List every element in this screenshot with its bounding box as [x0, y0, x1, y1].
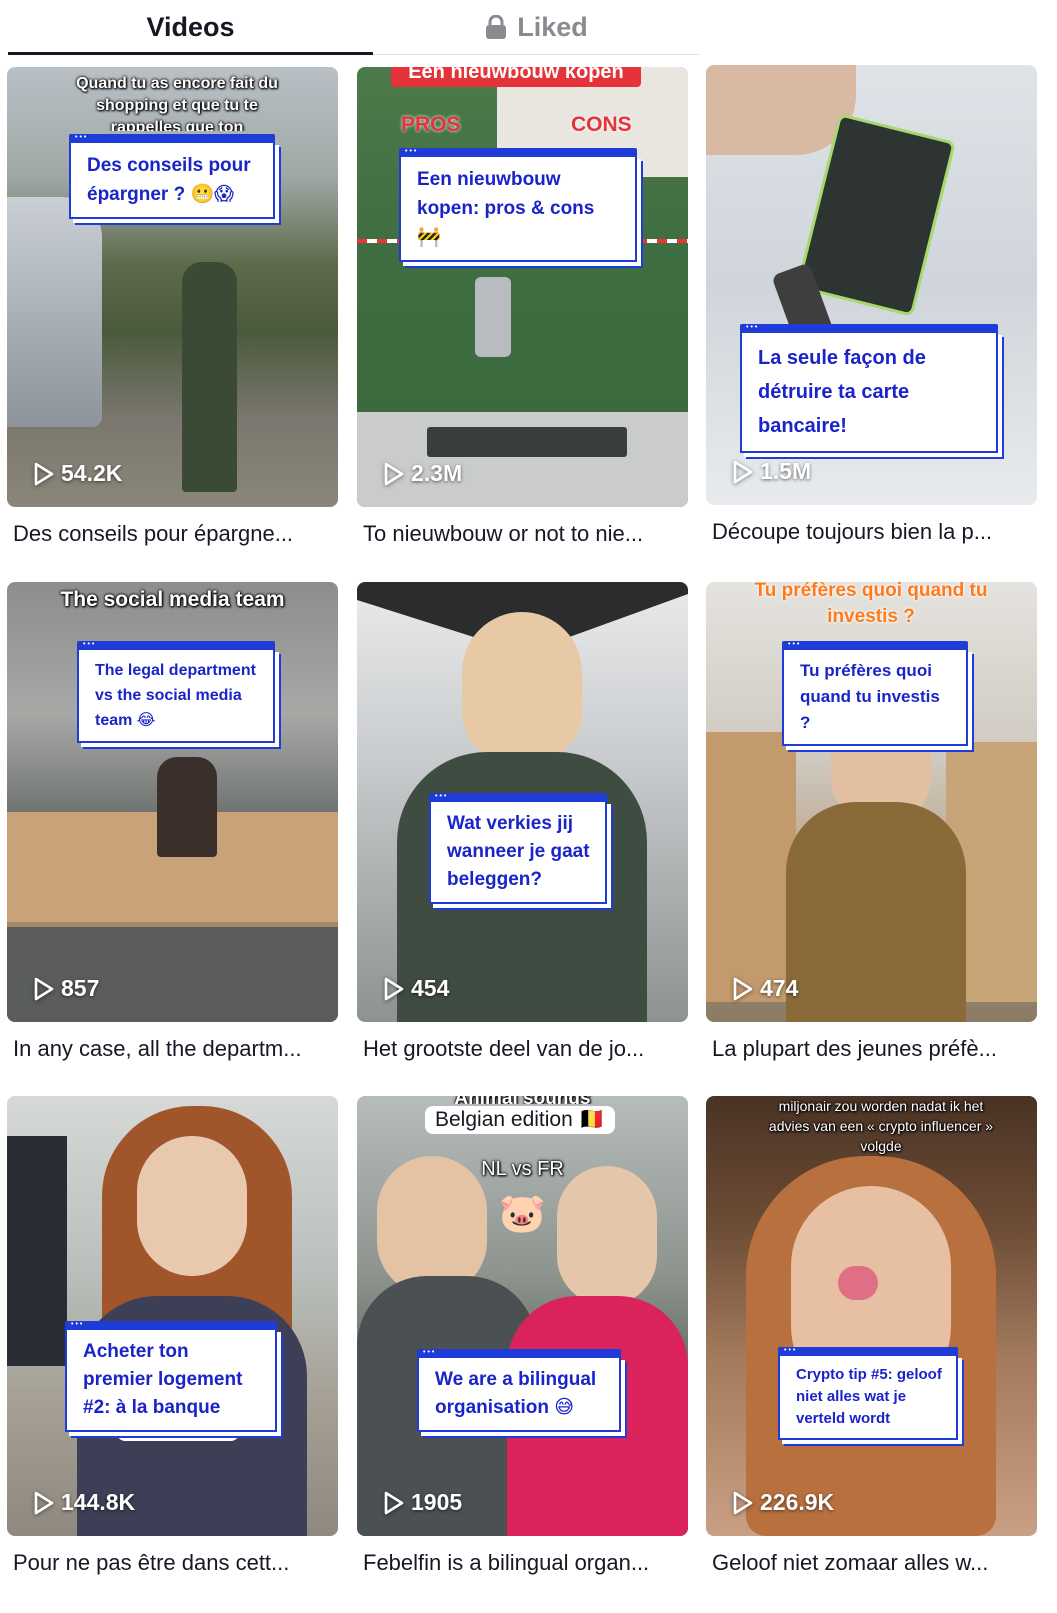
video-caption[interactable]: To nieuwbouw or not to nie...	[363, 519, 688, 549]
face-front-shape	[137, 1136, 247, 1276]
video-caption[interactable]: Geloof niet zomaar alles w...	[712, 1548, 1037, 1578]
view-count: 144.8K	[33, 1489, 135, 1516]
view-count: 226.9K	[732, 1489, 834, 1516]
video-thumbnail[interactable]: Een nieuwbouw kopen PROS CONS ••• Een nie…	[357, 67, 688, 507]
title-bubble: ••• We are a bilingual organisation 😅	[417, 1349, 621, 1432]
profile-tabs: Videos Liked	[0, 0, 700, 56]
view-count: 857	[33, 975, 99, 1002]
blouse-shape	[786, 802, 966, 1022]
video-thumbnail[interactable]: miljonair zou worden nadat ik het advies…	[706, 1096, 1037, 1536]
lock-icon	[485, 14, 507, 39]
pros-label: PROS	[401, 113, 461, 136]
keys-shape	[475, 277, 511, 357]
title-bubble: ••• La seule façon de détruire ta carte b…	[740, 324, 998, 453]
video-caption[interactable]: Het grootste deel van de jo...	[363, 1034, 688, 1064]
overlay-caption: Tu préfères quoi quand tu investis ?	[754, 582, 988, 627]
vent-shape	[427, 427, 627, 457]
video-thumbnail[interactable]: restant dû... •••Acheter ton premier log…	[7, 1096, 338, 1536]
title-bubble: ••• The legal department vs the social me…	[77, 641, 275, 743]
edition-label: Belgian edition 🇧🇪	[425, 1106, 615, 1134]
title-bubble: ••• Crypto tip #5: geloof niet alles wat …	[778, 1347, 958, 1440]
car-shape	[7, 197, 102, 427]
cons-label: CONS	[571, 113, 632, 136]
title-bubble: ••• Tu préfères quoi quand tu investis ?	[782, 641, 968, 746]
view-count: 1905	[383, 1489, 462, 1516]
view-count: 54.2K	[33, 460, 122, 487]
video-thumbnail[interactable]: Tu préfères quoi quand tu investis ? •••…	[706, 582, 1037, 1022]
locker-left-shape	[706, 732, 796, 1002]
video-thumbnail[interactable]: The social media team ••• The legal depar…	[7, 582, 338, 1022]
play-icon	[733, 1491, 753, 1514]
play-icon	[733, 977, 753, 1000]
tab-videos[interactable]: Videos	[8, 0, 373, 54]
video-caption[interactable]: Des conseils pour épargne...	[13, 519, 338, 549]
face-shape	[462, 612, 582, 762]
clown-nose-shape	[838, 1266, 878, 1300]
tab-videos-label: Videos	[146, 11, 235, 42]
view-count: 454	[383, 975, 449, 1002]
overlay-caption: Animal sounds	[357, 1096, 688, 1104]
face-right-shape	[557, 1166, 657, 1306]
video-caption[interactable]: Febelfin is a bilingual organ...	[363, 1548, 688, 1578]
pig-emoji: 🐷	[498, 1193, 547, 1235]
play-icon	[384, 977, 404, 1000]
video-thumbnail[interactable]: ••• Wat verkies jij wanneer je gaat beleg…	[357, 582, 688, 1022]
play-icon	[34, 1491, 54, 1514]
tab-liked-label: Liked	[517, 11, 588, 42]
video-caption[interactable]: In any case, all the departm...	[13, 1034, 338, 1064]
overlay-caption: The social media team	[60, 588, 285, 611]
title-bubble: ••• Acheter ton premier logement #2: à la…	[65, 1321, 277, 1432]
play-icon	[34, 977, 54, 1000]
play-icon	[384, 462, 404, 485]
title-bubble: ••• Wat verkies jij wanneer je gaat beleg…	[429, 793, 607, 904]
view-count: 2.3M	[383, 460, 462, 487]
title-bubble: ••• Des conseils pour épargner ? 😬😱	[69, 134, 275, 219]
play-icon	[34, 462, 54, 485]
person-shape	[182, 262, 237, 492]
video-thumbnail[interactable]: ••• La seule façon de détruire ta carte b…	[706, 65, 1037, 505]
play-icon	[384, 1491, 404, 1514]
overlay-caption: miljonair zou worden nadat ik het advies…	[768, 1098, 994, 1154]
view-count: 474	[732, 975, 798, 1002]
tab-liked[interactable]: Liked	[373, 0, 700, 54]
tab-active-indicator	[8, 52, 373, 55]
title-bubble: ••• Een nieuwbouw kopen: pros & cons 🚧	[399, 148, 637, 262]
video-caption[interactable]: Pour ne pas être dans cett...	[13, 1548, 338, 1578]
monitor-shape	[7, 1136, 67, 1366]
tab-divider	[373, 54, 700, 55]
video-caption[interactable]: Découpe toujours bien la p...	[712, 517, 1037, 547]
view-count: 1.5M	[732, 458, 811, 485]
person-shape	[157, 757, 217, 857]
video-thumbnail[interactable]: Animal sounds Belgian edition 🇧🇪 NL vs F…	[357, 1096, 688, 1536]
subtitle-label: NL vs FR	[481, 1158, 564, 1180]
video-thumbnail[interactable]: Quand tu as encore fait du shopping et q…	[7, 67, 338, 507]
play-icon	[733, 460, 753, 483]
overlay-caption: Quand tu as encore fait du shopping et q…	[76, 75, 278, 131]
video-caption[interactable]: La plupart des jeunes préfè...	[712, 1034, 1037, 1064]
banner-label: Een nieuwbouw kopen	[391, 67, 641, 87]
